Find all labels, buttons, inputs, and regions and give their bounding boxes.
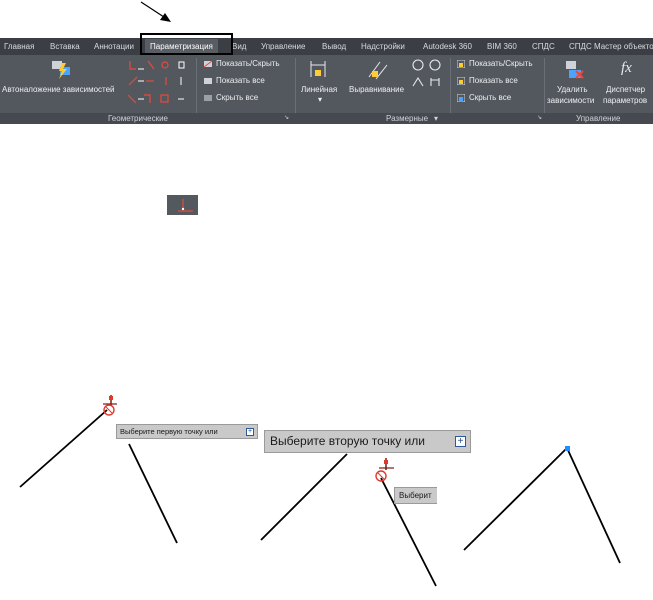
delete-label-2[interactable]: зависимости	[547, 96, 594, 105]
tab-spds-master[interactable]: СПДС Мастер объектов	[569, 42, 653, 51]
tab-autodesk360[interactable]: Autodesk 360	[423, 42, 472, 51]
tab-output[interactable]: Вывод	[322, 42, 346, 51]
params-label-2[interactable]: параметров	[603, 96, 647, 105]
tab-insert[interactable]: Вставка	[50, 42, 80, 51]
constraint-icon	[167, 195, 198, 215]
hide-all-icon	[204, 95, 212, 101]
linear-dropdown-icon[interactable]: ▾	[318, 95, 322, 104]
ribbon-panel-titles: Геометрические ↘ Размерные ▾ ↘ Управлени…	[0, 113, 653, 124]
expand-icon[interactable]: +	[455, 436, 466, 447]
delete-label-1[interactable]: Удалить	[557, 85, 588, 94]
line-1a[interactable]	[19, 409, 108, 488]
first-point-prompt-text: Выберите первую точку или	[120, 427, 218, 436]
cursor-marker-2-icon	[375, 458, 394, 482]
tab-spds[interactable]: СПДС	[532, 42, 555, 51]
parameters-manager-icon[interactable]: fx	[621, 60, 632, 77]
first-point-prompt: Выберите первую точку или +	[116, 424, 258, 439]
geometric-launcher-icon[interactable]: ↘	[284, 114, 289, 121]
dim-show-all-icon	[457, 77, 465, 85]
auto-constrain-label[interactable]: Автоналожение зависимостей	[2, 85, 115, 94]
show-all-icon	[204, 78, 212, 84]
ribbon-tab-bar: Главная Вставка Аннотации Параметризация…	[0, 38, 653, 55]
tab-home[interactable]: Главная	[4, 42, 34, 51]
tab-highlight-box	[140, 33, 233, 55]
auto-constrain-icon[interactable]	[50, 59, 72, 81]
panel-title-geometric[interactable]: Геометрические	[108, 114, 168, 123]
tab-bim360[interactable]: BIM 360	[487, 42, 517, 51]
linear-dimension-icon[interactable]	[308, 59, 328, 81]
second-point-prompt: Выберите вторую точку или +	[264, 430, 471, 453]
geometric-constraints-grid[interactable]	[124, 59, 188, 109]
grip-point[interactable]	[565, 446, 570, 451]
panel-title-dimensional[interactable]: Размерные	[386, 114, 428, 123]
show-hide-icon	[204, 60, 212, 68]
tab-view[interactable]: Вид	[232, 42, 246, 51]
expand-icon[interactable]: +	[246, 428, 254, 436]
linear-label[interactable]: Линейная	[301, 85, 337, 94]
tab-manage[interactable]: Управление	[261, 42, 305, 51]
dimensional-dropdown-icon[interactable]: ▾	[434, 114, 438, 123]
tab-addins[interactable]: Надстройки	[361, 42, 405, 51]
params-label-1[interactable]: Диспетчер	[606, 85, 645, 94]
dimensional-launcher-icon[interactable]: ↘	[537, 114, 542, 121]
delete-constraints-icon[interactable]	[563, 59, 585, 81]
third-point-prompt: Выберит	[394, 487, 437, 504]
dimension-tools-icon[interactable]	[411, 58, 443, 90]
line-1b[interactable]	[128, 443, 178, 544]
aligned-dimension-icon[interactable]	[366, 59, 390, 81]
cursor-marker-icon	[103, 395, 117, 416]
line-2a[interactable]	[260, 453, 348, 541]
second-point-prompt-text: Выберите вторую точку или	[270, 434, 425, 448]
ribbon-panel-area: Автоналожение зависимостей Показать/Скры…	[0, 55, 653, 113]
pointer-arrow-icon	[140, 1, 171, 22]
aligned-label[interactable]: Выравнивание	[349, 85, 404, 94]
tab-annotate[interactable]: Аннотации	[94, 42, 134, 51]
dim-show-hide-icon	[457, 60, 465, 68]
line-3b[interactable]	[566, 447, 621, 564]
dim-hide-all-icon	[457, 94, 465, 102]
panel-title-manage[interactable]: Управление	[576, 114, 620, 123]
line-3a[interactable]	[463, 447, 568, 551]
third-point-prompt-text: Выберит	[399, 491, 432, 500]
